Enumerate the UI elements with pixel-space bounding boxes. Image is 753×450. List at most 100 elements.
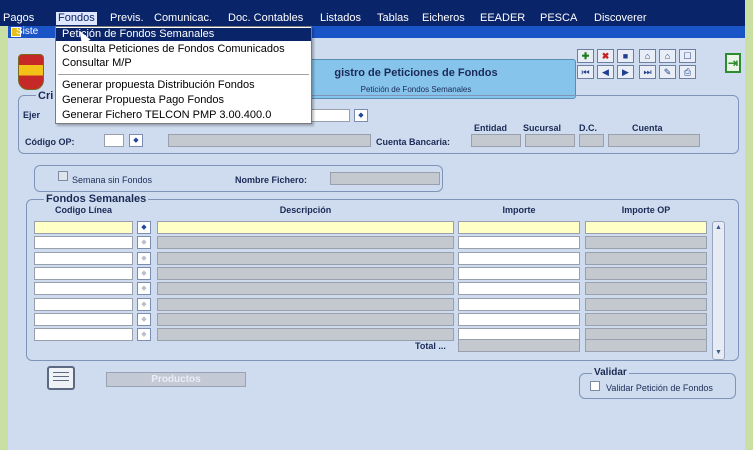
col-header-importe: Importe [502, 205, 536, 215]
menu-item-consulta-peticiones[interactable]: Consulta Peticiones de Fondos Comunicado… [56, 43, 311, 56]
descripcion-cell [157, 298, 454, 311]
descripcion-cell [157, 328, 454, 341]
cuenta-label: Cuenta [632, 123, 663, 133]
importe-cell[interactable] [458, 236, 580, 249]
importe-op-cell [585, 298, 707, 311]
cuenta-field [608, 134, 700, 147]
descripcion-cell [157, 282, 454, 295]
codigo-linea-cell[interactable] [34, 267, 133, 280]
codigo-linea-cell[interactable] [34, 252, 133, 265]
menu-item-consultar-mp[interactable]: Consultar M/P [56, 57, 311, 70]
nombre-fichero-field [330, 172, 440, 185]
cuenta-bancaria-label: Cuenta Bancaria: [376, 137, 451, 147]
menu-listados[interactable]: Listados [320, 12, 361, 25]
scroll-up-icon[interactable]: ▲ [714, 223, 723, 233]
productos-button[interactable]: Productos [106, 372, 246, 387]
descripcion-cell [157, 236, 454, 249]
menu-item-peticion-fondos-semanales[interactable]: Petición de Fondos Semanales [56, 28, 311, 41]
menu-doc-contables[interactable]: Doc. Contables [228, 12, 303, 25]
codigo-linea-cell[interactable] [34, 282, 133, 295]
codigo-linea-lov-icon[interactable]: ◆ [137, 252, 151, 265]
descripcion-cell [157, 313, 454, 326]
validar-checkbox[interactable] [590, 381, 600, 391]
notes-icon[interactable] [47, 366, 75, 390]
codigo-op-lov-icon[interactable]: ◆ [129, 134, 143, 147]
menu-item-generar-distribucion[interactable]: Generar propuesta Distribución Fondos [56, 79, 311, 92]
dc-field [579, 134, 604, 147]
execute-query-icon[interactable]: ⌂ [659, 49, 676, 63]
fondos-dropdown-menu: Petición de Fondos Semanales Consulta Pe… [55, 26, 312, 124]
validar-title: Validar [592, 367, 629, 378]
codigo-linea-lov-icon[interactable]: ◆ [137, 328, 151, 341]
semana-sin-fondos-label: Semana sin Fondos [72, 175, 153, 185]
menu-item-generar-fichero-telcon[interactable]: Generar Fichero TELCON PMP 3.00.400.0 [56, 109, 311, 122]
importe-cell[interactable] [458, 252, 580, 265]
sucursal-label: Sucursal [523, 123, 562, 133]
entidad-label: Entidad [474, 123, 507, 133]
col-header-descripcion: Descripción [279, 205, 332, 215]
sucursal-field [525, 134, 575, 147]
importe-op-cell [585, 267, 707, 280]
ejercicio-lov-icon[interactable]: ◆ [354, 109, 368, 122]
codigo-linea-lov-icon[interactable]: ◆ [137, 267, 151, 280]
menu-previs[interactable]: Previs. [110, 12, 144, 25]
menu-fondos[interactable]: Fondos [56, 12, 97, 25]
importe-op-cell [585, 252, 707, 265]
importe-cell[interactable] [458, 221, 580, 234]
codigo-linea-lov-icon[interactable]: ◆ [137, 313, 151, 326]
descripcion-cell [157, 221, 454, 234]
importe-cell[interactable] [458, 298, 580, 311]
dc-label: D.C. [579, 123, 597, 133]
previous-record-icon[interactable]: ◀ [597, 65, 614, 79]
descripcion-cell [157, 267, 454, 280]
codigo-linea-cell[interactable] [34, 221, 133, 234]
ejercicio-label: Ejer [23, 110, 41, 120]
menu-separator [58, 74, 309, 75]
importe-op-cell [585, 282, 707, 295]
edit-icon[interactable]: ✎ [659, 65, 676, 79]
codigo-op-description-field [168, 134, 371, 147]
query-icon[interactable]: ⌂ [639, 49, 656, 63]
importe-cell[interactable] [458, 282, 580, 295]
codigo-linea-cell[interactable] [34, 298, 133, 311]
menu-feader[interactable]: EEADER [480, 12, 525, 25]
exit-icon[interactable]: ⇥ [725, 53, 741, 73]
save-icon[interactable]: ■ [617, 49, 634, 63]
print-icon[interactable]: ⎙ [679, 65, 696, 79]
vertical-scrollbar[interactable]: ▲ ▼ [712, 221, 725, 360]
entidad-field [471, 134, 521, 147]
codigo-linea-cell[interactable] [34, 313, 133, 326]
importe-op-cell [585, 236, 707, 249]
menu-pagos[interactable]: Pagos [3, 12, 34, 25]
add-record-icon[interactable]: ✚ [577, 49, 594, 63]
codigo-linea-lov-icon[interactable]: ◆ [137, 221, 151, 234]
codigo-linea-lov-icon[interactable]: ◆ [137, 298, 151, 311]
codigo-linea-lov-icon[interactable]: ◆ [137, 236, 151, 249]
semana-sin-fondos-checkbox[interactable] [58, 171, 68, 181]
next-record-icon[interactable]: ▶ [617, 65, 634, 79]
last-record-icon[interactable]: ⏭ [639, 65, 656, 79]
total-importe-op-field [585, 339, 707, 352]
menu-tablas[interactable]: Tablas [377, 12, 409, 25]
importe-op-cell [585, 313, 707, 326]
importe-cell[interactable] [458, 267, 580, 280]
codigo-linea-lov-icon[interactable]: ◆ [137, 282, 151, 295]
codigo-linea-cell[interactable] [34, 328, 133, 341]
clear-icon[interactable]: ☐ [679, 49, 696, 63]
codigo-linea-cell[interactable] [34, 236, 133, 249]
codigo-op-field[interactable] [104, 134, 124, 147]
fondos-semanales-title: Fondos Semanales [44, 193, 149, 205]
scroll-down-icon[interactable]: ▼ [714, 348, 723, 358]
menu-discoverer[interactable]: Discoverer [594, 12, 647, 25]
menu-ficheros[interactable]: Eicheros [422, 12, 465, 25]
importe-cell[interactable] [458, 313, 580, 326]
menu-pesca[interactable]: PESCA [540, 12, 577, 25]
col-header-importe-op: Importe OP [621, 205, 671, 215]
first-record-icon[interactable]: ⏮ [577, 65, 594, 79]
menu-bar: Pagos Fondos Previs. Comunicac. Doc. Con… [0, 0, 745, 26]
codigo-op-label: Código OP: [25, 137, 75, 147]
delete-record-icon[interactable]: ✖ [597, 49, 614, 63]
menu-comunicac[interactable]: Comunicac. [154, 12, 212, 25]
menu-item-generar-propuesta-pago[interactable]: Generar Propuesta Pago Fondos [56, 94, 311, 107]
descripcion-cell [157, 252, 454, 265]
